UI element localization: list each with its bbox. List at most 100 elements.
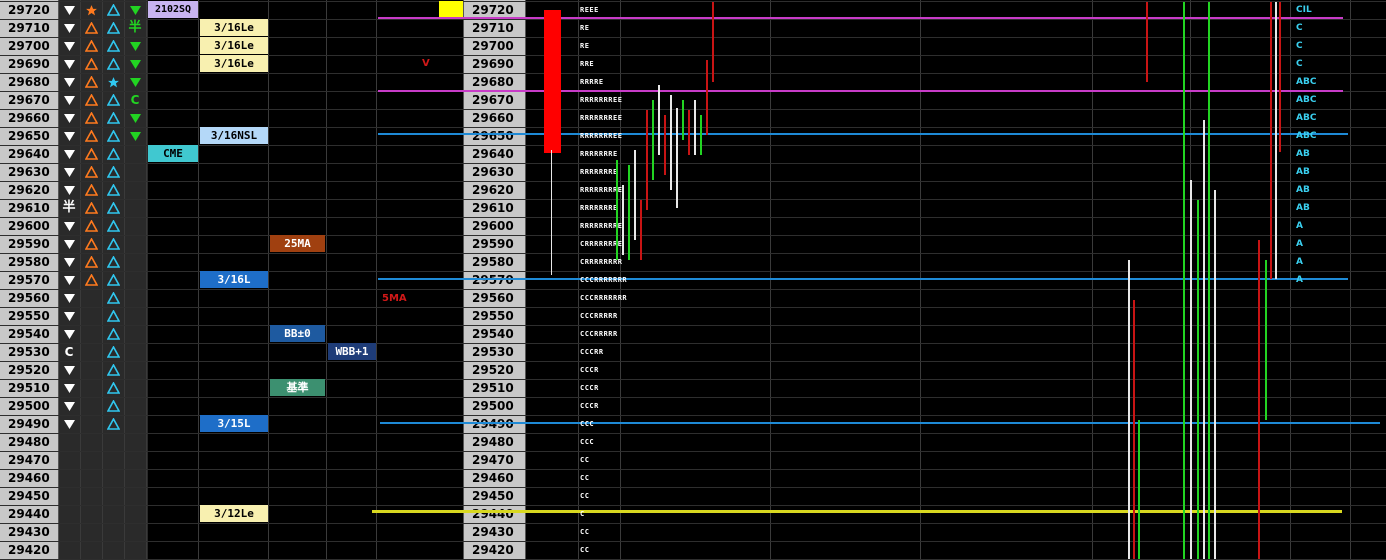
- up-triangle-icon: [104, 199, 122, 217]
- tpo-row: RRRRRRRE: [580, 150, 618, 158]
- down-triangle-icon: [60, 325, 78, 343]
- up-triangle-icon: [104, 55, 122, 73]
- candle-bar: [688, 110, 690, 155]
- grid-hline: [0, 361, 1386, 362]
- le-label-3[interactable]: 3/16Le: [200, 55, 268, 72]
- up-triangle-icon: [104, 289, 122, 307]
- grid-hline: [0, 253, 1386, 254]
- tpo-letters-right: C: [1296, 41, 1303, 51]
- v-marker: V: [422, 58, 430, 69]
- price-label: 29540: [472, 327, 514, 341]
- candle-bar: [700, 115, 702, 155]
- down-triangle-icon: [60, 307, 78, 325]
- up-triangle-icon: [82, 253, 100, 271]
- price-label: 29690: [472, 57, 514, 71]
- l316-label[interactable]: 3/16L: [200, 271, 268, 288]
- le-label-1[interactable]: 3/16Le: [200, 19, 268, 36]
- tpo-row: CCCR: [580, 384, 599, 392]
- price-label: 29660: [472, 111, 514, 125]
- up-triangle-icon: [104, 253, 122, 271]
- tpo-row: CC: [580, 546, 590, 554]
- tpo-letters-right: A: [1296, 239, 1303, 249]
- price-label: 29580: [8, 255, 50, 269]
- up-triangle-icon: [82, 271, 100, 289]
- candle-bar: [694, 100, 696, 155]
- up-triangle-icon: [82, 235, 100, 253]
- grid-hline: [0, 325, 1386, 326]
- up-triangle-icon: [82, 127, 100, 145]
- tpo-row: CC: [580, 456, 590, 464]
- up-triangle-icon: [104, 1, 122, 19]
- candle-bar: [1190, 180, 1192, 559]
- tpo-row: CCC: [580, 420, 595, 428]
- grid-hline: [0, 289, 1386, 290]
- up-triangle-icon: [82, 145, 100, 163]
- yellow-marker[interactable]: [439, 1, 463, 17]
- candle-bar: [646, 110, 648, 210]
- up-triangle-icon: [104, 235, 122, 253]
- up-triangle-icon: [82, 181, 100, 199]
- price-label: 29500: [472, 399, 514, 413]
- down-triangle-icon: [60, 37, 78, 55]
- l315-label[interactable]: 3/15L: [200, 415, 268, 432]
- nsl-label[interactable]: 3/16NSL: [200, 127, 268, 144]
- tpo-row: CCCRRRRR: [580, 330, 618, 338]
- down-triangle-icon: [60, 379, 78, 397]
- tpo-letters-right: C: [1296, 59, 1303, 69]
- wbb-label[interactable]: WBB+1: [328, 343, 376, 360]
- candle-bar: [682, 100, 684, 140]
- price-label: 29690: [8, 57, 50, 71]
- star-icon: [104, 73, 122, 91]
- tpo-row: CC: [580, 492, 590, 500]
- kijun-label[interactable]: 基準: [270, 379, 325, 396]
- price-label: 29650: [472, 129, 514, 143]
- tpo-row: CC: [580, 528, 590, 536]
- blue-line-29490: [380, 422, 1380, 424]
- red-block-wick: [551, 150, 552, 275]
- grid-hline: [0, 181, 1386, 182]
- grid-hline: [0, 397, 1386, 398]
- grid-hline: [0, 109, 1386, 110]
- up-triangle-icon: [104, 19, 122, 37]
- tpo-row: CCCRRRRRRR: [580, 276, 628, 284]
- grid-hline: [0, 523, 1386, 524]
- price-label: 29460: [472, 471, 514, 485]
- bb0-label[interactable]: BB±0: [270, 325, 325, 342]
- up-triangle-icon: [104, 307, 122, 325]
- candle-bar: [658, 85, 660, 155]
- price-label: 29650: [8, 129, 50, 143]
- grid-vline: [80, 0, 81, 559]
- tpo-letters-right: A: [1296, 221, 1303, 231]
- tpo-row: C: [580, 510, 585, 518]
- grid-hline: [0, 217, 1386, 218]
- tpo-row: RRRRRRREE: [580, 96, 623, 104]
- down-triangle-icon: [60, 73, 78, 91]
- candle-bar: [1279, 2, 1281, 152]
- price-label: 29720: [8, 3, 50, 17]
- up-triangle-icon: [82, 199, 100, 217]
- tpo-letters-right: C: [1296, 23, 1303, 33]
- price-label: 29480: [472, 435, 514, 449]
- down-triangle-icon: [60, 145, 78, 163]
- tpo-letters-right: ABC: [1296, 113, 1317, 123]
- tpo-row: RRRRRRREE: [580, 132, 623, 140]
- grid-hline: [0, 307, 1386, 308]
- sq-label[interactable]: 2102SQ: [148, 1, 198, 18]
- tpo-row: RRRRRRREE: [580, 114, 623, 122]
- price-label: 29590: [8, 237, 50, 251]
- cme-label[interactable]: CME: [148, 145, 198, 162]
- price-label: 29640: [8, 147, 50, 161]
- c-mark: C: [64, 345, 74, 359]
- price-label: 29670: [472, 93, 514, 107]
- up-triangle-icon: [82, 109, 100, 127]
- price-label: 29590: [472, 237, 514, 251]
- ma25-label[interactable]: 25MA: [270, 235, 325, 252]
- candle-bar: [640, 200, 642, 260]
- price-label: 29440: [8, 507, 50, 521]
- grid-vline: [124, 0, 125, 559]
- le-label-2[interactable]: 3/16Le: [200, 37, 268, 54]
- price-label: 29600: [472, 219, 514, 233]
- price-label: 29450: [472, 489, 514, 503]
- le312-label[interactable]: 3/12Le: [200, 505, 268, 522]
- candle-bar: [652, 100, 654, 180]
